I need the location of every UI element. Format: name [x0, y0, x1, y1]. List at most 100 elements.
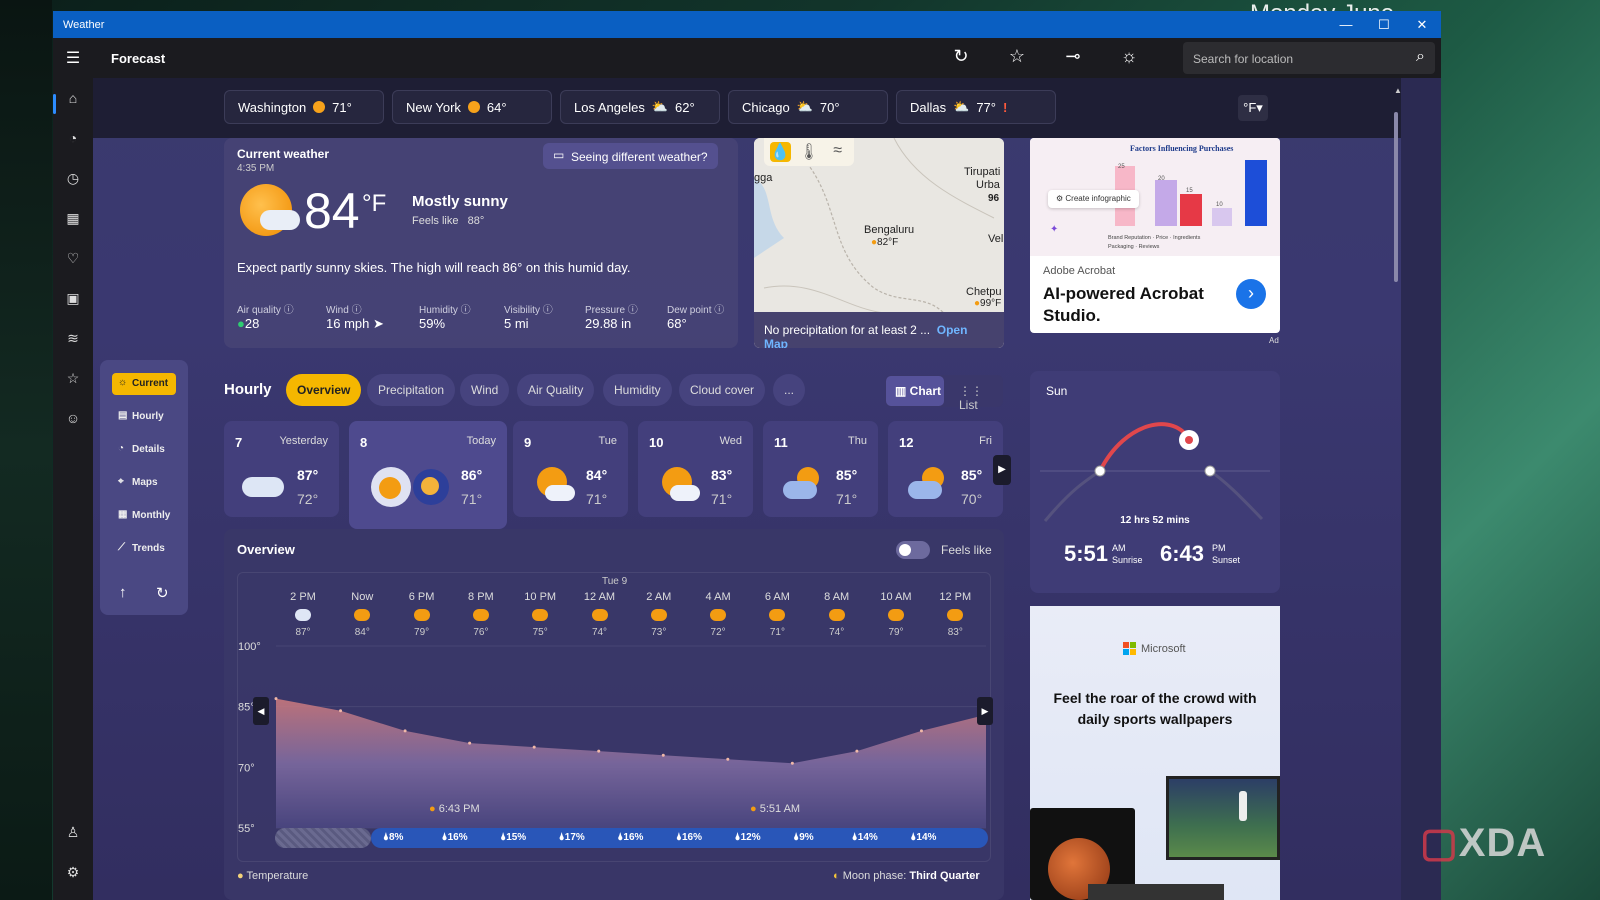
chart-view-button[interactable]: ▥ Chart: [886, 376, 944, 406]
city-row: Washington 71° New York 64° Los Angeles ⛅ 62…: [93, 78, 1401, 138]
metric-air-quality[interactable]: Air quality ⓘ ●28: [237, 301, 294, 331]
temperature-layer-icon[interactable]: 🌡: [799, 142, 820, 162]
tab-air-quality[interactable]: Air Quality: [517, 374, 595, 406]
metric-dew-point[interactable]: Dew point ⓘ 68°: [667, 301, 724, 331]
clock-icon[interactable]: ◷: [53, 170, 93, 187]
partly-sunny-icon: [656, 467, 700, 501]
section-nav-details[interactable]: ◔ Details: [112, 439, 176, 461]
tab-humidity[interactable]: Humidity: [603, 374, 672, 406]
city-chip-chicago[interactable]: Chicago ⛅ 70°: [728, 90, 888, 124]
pin-icon[interactable]: ⊸: [1061, 46, 1085, 67]
refresh-icon[interactable]: ↻: [156, 584, 169, 602]
ad-bar-label-20: 20: [1158, 176, 1165, 182]
section-nav-monthly[interactable]: ▦ Monthly: [112, 505, 176, 527]
heart-icon[interactable]: ♡: [53, 250, 93, 267]
metric-humidity[interactable]: Humidity ⓘ 59%: [419, 301, 471, 331]
tab-cloud-cover[interactable]: Cloud cover: [679, 374, 766, 406]
calendar-icon[interactable]: ▦: [53, 210, 93, 227]
precipitation-layer-icon[interactable]: 💧: [770, 142, 791, 162]
alert-icon[interactable]: !: [1003, 100, 1007, 115]
temperature-point: [274, 697, 278, 701]
search-icon[interactable]: ⌕: [1416, 48, 1425, 66]
city-chip-los-angeles[interactable]: Los Angeles ⛅ 62°: [560, 90, 720, 124]
chart-prev-arrow-icon[interactable]: ◀: [253, 697, 269, 725]
map-place-chetpu: Chetpu: [966, 286, 1002, 298]
precip-percent: 8%: [389, 832, 404, 843]
home-icon[interactable]: ⌂: [53, 90, 93, 106]
scrollbar[interactable]: ▲: [1391, 86, 1401, 900]
settings-sun-icon[interactable]: ☼: [1117, 46, 1141, 67]
metric-pressure[interactable]: Pressure ⓘ 29.88 in: [585, 301, 638, 331]
tab-overview[interactable]: Overview: [286, 374, 362, 406]
smiley-icon[interactable]: ☺: [53, 410, 93, 426]
chat-icon: ▭: [553, 148, 565, 162]
y-tick-label: 70°: [238, 762, 255, 774]
view-toggle: ▥ Chart ⋮⋮ List: [885, 375, 1003, 412]
search-input[interactable]: Search for location ⌕: [1183, 42, 1435, 74]
temperature-point: [855, 749, 859, 753]
ad-acrobat[interactable]: Factors Influencing Purchases 25 20 15 1…: [1030, 138, 1280, 333]
account-icon[interactable]: ♙: [53, 824, 93, 841]
unit-dropdown[interactable]: °F▾: [1238, 95, 1268, 121]
close-button[interactable]: ✕: [1403, 17, 1441, 33]
y-tick-label: 100°: [238, 641, 261, 653]
scrollbar-thumb[interactable]: [1394, 112, 1398, 282]
chart-next-arrow-icon[interactable]: ▶: [977, 697, 993, 725]
favorites-icon[interactable]: ☆: [53, 370, 93, 387]
metric-visibility[interactable]: Visibility ⓘ 5 mi: [504, 301, 553, 331]
news-icon[interactable]: ◔: [53, 130, 93, 146]
traffic-icon[interactable]: ▣: [53, 290, 93, 307]
city-chip-washington[interactable]: Washington 71°: [224, 90, 384, 124]
sunrise-label: Sunrise: [1112, 555, 1143, 565]
precip-percent: 14%: [916, 832, 937, 843]
feedback-button[interactable]: ▭ Seeing different weather?: [543, 143, 718, 169]
day-card-yesterday[interactable]: 7 Yesterday 87° 72°: [224, 421, 339, 517]
precip-value: 🌢16%: [617, 832, 644, 843]
refresh-icon[interactable]: ↻: [949, 46, 973, 67]
day-card-fri[interactable]: 12 Fri 85° 70°: [888, 421, 1003, 517]
feels-like-toggle[interactable]: [896, 541, 930, 559]
scroll-top-arrow-icon[interactable]: ↑: [119, 584, 127, 601]
favorite-star-icon[interactable]: ☆: [1005, 46, 1029, 67]
city-chip-new-york[interactable]: New York 64°: [392, 90, 552, 124]
day-card-wed[interactable]: 10 Wed 83° 71°: [638, 421, 753, 517]
current-heading: Current weather: [237, 147, 330, 161]
ad-chevron-right-icon[interactable]: ›: [1236, 279, 1266, 309]
trends-icon[interactable]: ≋: [53, 330, 93, 347]
day-card-tue[interactable]: 9 Tue 84° 71°: [513, 421, 628, 517]
hamburger-menu-icon[interactable]: ☰: [53, 48, 93, 68]
laptop-baseball-image: [1166, 776, 1280, 860]
day-card-thu[interactable]: 11 Thu 85° 71°: [763, 421, 878, 517]
y-tick-label: 55°: [238, 823, 255, 835]
city-chip-dallas[interactable]: Dallas ⛅ 77°!: [896, 90, 1056, 124]
list-view-button[interactable]: ⋮⋮ List: [959, 384, 1003, 412]
current-weather-card: Current weather 4:35 PM ▭ Seeing differe…: [224, 138, 738, 348]
precip-percent: 14%: [857, 832, 878, 843]
settings-gear-icon[interactable]: ⚙: [53, 864, 93, 881]
section-nav-maps[interactable]: ⌖ Maps: [112, 472, 176, 494]
ad-bar-5: [1245, 160, 1267, 226]
section-nav-current[interactable]: ☼ Current: [112, 373, 176, 395]
hourly-icon: ▤: [118, 410, 128, 421]
tab-more[interactable]: ...: [773, 374, 806, 406]
precip-value: 🌢16%: [676, 832, 703, 843]
days-next-arrow-icon[interactable]: ▶: [993, 455, 1011, 485]
sunset-time: 6:43: [1160, 541, 1205, 566]
metric-wind[interactable]: Wind ⓘ 16 mph ➤: [326, 301, 384, 332]
section-nav-trends[interactable]: ⟋ Trends: [112, 538, 176, 560]
day-card-today[interactable]: 8 Today 86° 71°: [349, 421, 507, 529]
map-card[interactable]: 💧 🌡 ≈ gga Tirupati Urba 96 Bengaluru ●82…: [754, 138, 1004, 348]
hourly-heading: Hourly: [224, 381, 272, 398]
tab-wind[interactable]: Wind: [460, 374, 510, 406]
ad-bar-label-15: 15: [1186, 188, 1193, 194]
tab-precipitation[interactable]: Precipitation: [367, 374, 456, 406]
wind-layer-icon[interactable]: ≈: [827, 142, 848, 162]
precip-percent: 16%: [447, 832, 468, 843]
scroll-up-arrow-icon[interactable]: ▲: [1394, 86, 1401, 95]
ad-microsoft[interactable]: Microsoft Feel the roar of the crowd wit…: [1030, 606, 1280, 900]
maximize-button[interactable]: ☐: [1365, 17, 1403, 33]
section-nav-hourly[interactable]: ▤ Hourly: [112, 406, 176, 428]
partly-sunny-icon: [531, 467, 575, 501]
overview-heading: Overview: [237, 542, 295, 557]
minimize-button[interactable]: —: [1327, 17, 1365, 33]
